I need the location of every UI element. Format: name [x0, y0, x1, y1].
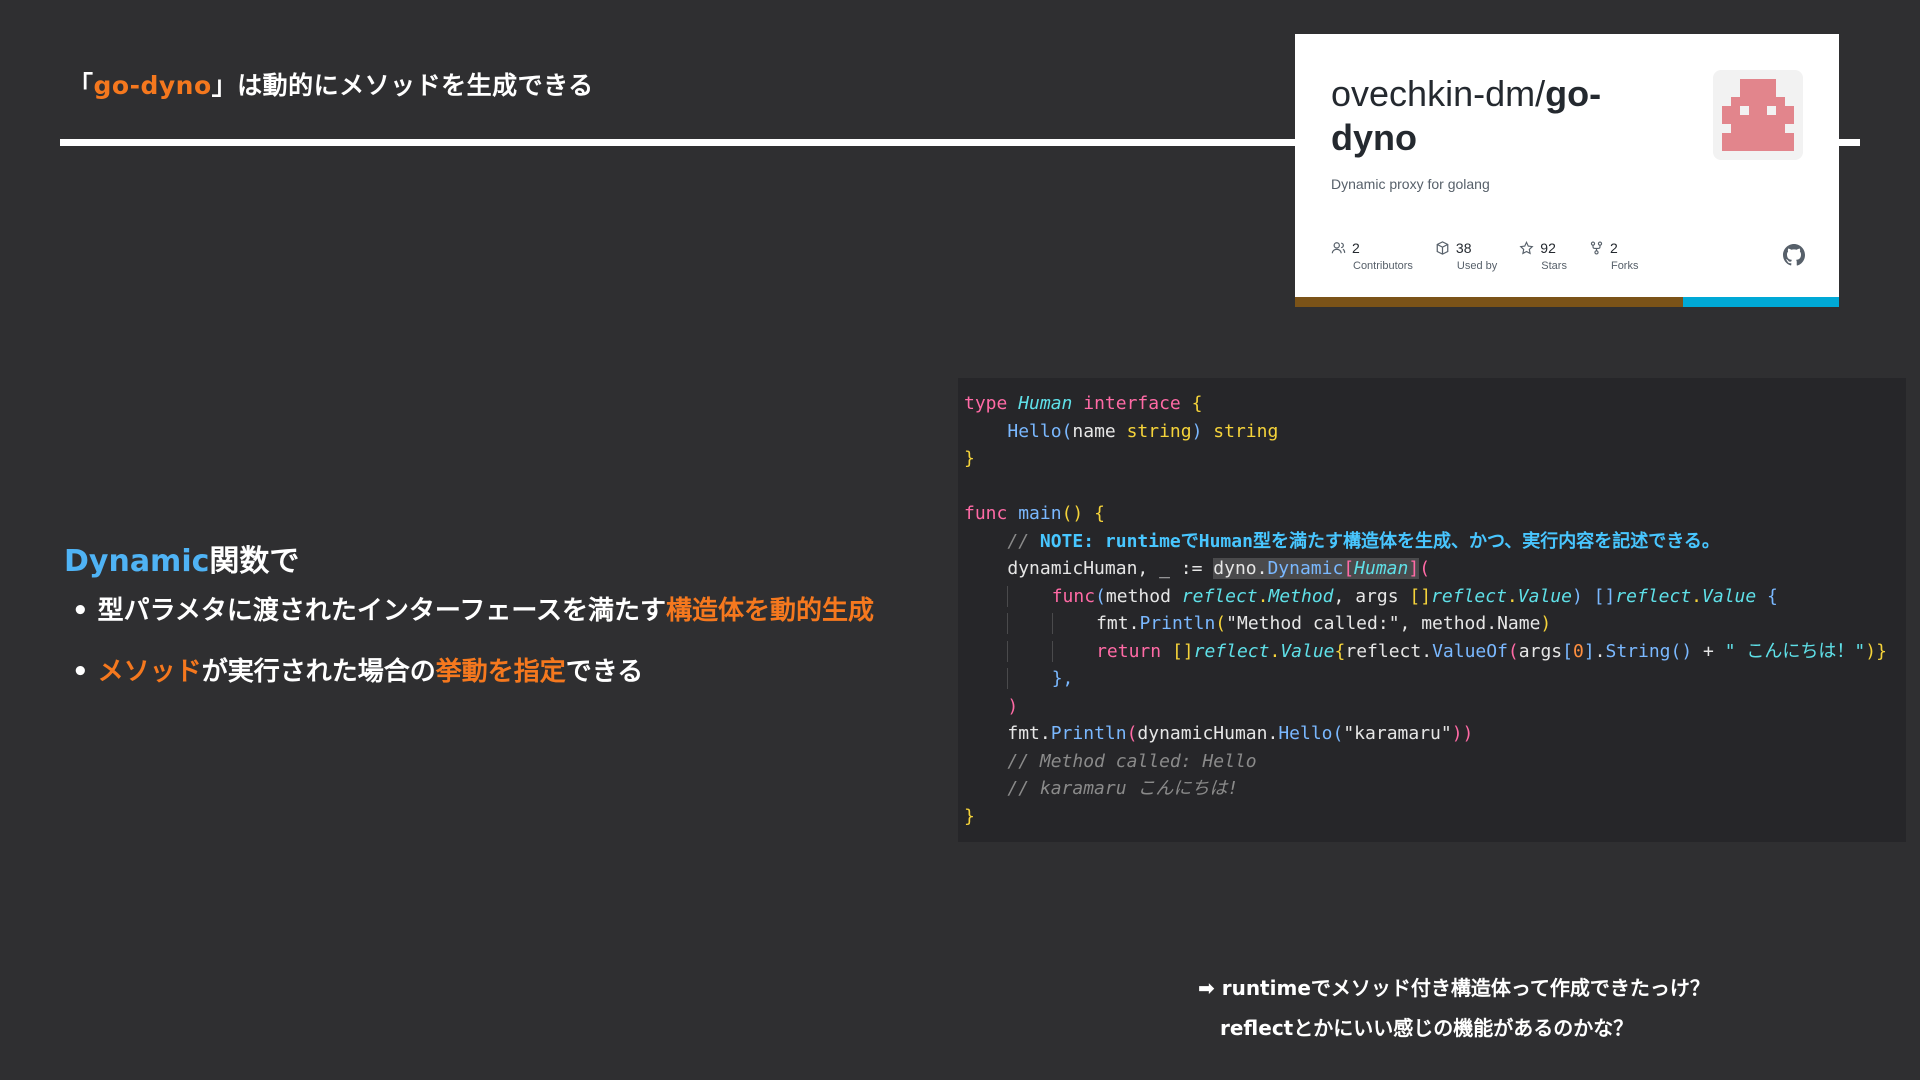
bullet-item: 型パラメタに渡されたインターフェースを満たす構造体を動的生成 — [72, 590, 874, 627]
people-icon — [1331, 242, 1346, 254]
github-repo-card[interactable]: ovechkin-dm/go-dyno Dynamic proxy for go… — [1295, 34, 1839, 307]
title-text: 」は動的にメソッドを生成できる — [211, 71, 594, 100]
repo-stats: 2 Contributors 38 Used by 92 Stars 2 For… — [1331, 240, 1660, 272]
language-bar-other — [1683, 297, 1839, 307]
star-icon — [1519, 241, 1534, 255]
stat-used-by[interactable]: 38 Used by — [1435, 240, 1497, 272]
bullet-item: メソッドが実行された場合の挙動を指定できる — [72, 651, 874, 688]
github-logo-icon[interactable] — [1783, 244, 1805, 266]
footnote: ➡ runtimeでメソッド付き構造体って作成できたっけ？ reflectとかに… — [1198, 968, 1710, 1048]
footnote-line-1: ➡ runtimeでメソッド付き構造体って作成できたっけ？ — [1198, 976, 1710, 1000]
code-line: func main() { — [964, 503, 1105, 524]
code-line: // karamaru こんにちは! — [1007, 778, 1239, 799]
code-line: // NOTE: runtimeでHuman型を満たす構造体を生成、かつ、実行内… — [1007, 530, 1720, 552]
title-highlight: go-dyno — [93, 71, 212, 100]
code-line: }, — [964, 665, 1900, 693]
code-line: type Human interface { — [964, 393, 1203, 414]
language-bar-go — [1295, 297, 1683, 307]
code-line: func(method reflect.Method, args []refle… — [964, 583, 1900, 611]
code-line: // Method called: Hello — [1007, 750, 1257, 772]
bullet-list: 型パラメタに渡されたインターフェースを満たす構造体を動的生成 メソッドが実行され… — [72, 590, 874, 712]
code-line: return []reflect.Value{reflect.ValueOf(a… — [964, 638, 1900, 666]
owner-avatar — [1713, 70, 1803, 160]
code-line: Hello(name string) string — [1007, 420, 1279, 442]
slide-title: 「go-dyno」は動的にメソッドを生成できる — [68, 66, 594, 102]
code-block[interactable]: type Human interface { Hello(name string… — [958, 378, 1906, 842]
code-line: dynamicHuman, _ := dyno.Dynamic[Human]( — [1007, 558, 1431, 579]
repo-owner: ovechkin-dm/ — [1331, 73, 1546, 114]
code-line: } — [964, 448, 975, 469]
stat-forks[interactable]: 2 Forks — [1589, 240, 1638, 272]
code-line: fmt.Println("Method called:", method.Nam… — [964, 610, 1900, 638]
code-line: fmt.Println(dynamicHuman.Hello("karamaru… — [1007, 723, 1474, 744]
repo-heading[interactable]: ovechkin-dm/go-dyno — [1331, 72, 1661, 160]
footnote-line-2: reflectとかにいい感じの機能があるのかな？ — [1220, 1016, 1634, 1040]
lead-text: Dynamic関数で — [64, 544, 300, 579]
code-line: ) — [1007, 695, 1019, 717]
lead-highlight: Dynamic — [64, 544, 210, 579]
stat-contributors[interactable]: 2 Contributors — [1331, 240, 1413, 272]
fork-icon — [1590, 241, 1603, 255]
repo-description: Dynamic proxy for golang — [1331, 176, 1490, 192]
code-line: } — [964, 805, 975, 827]
stat-stars[interactable]: 92 Stars — [1519, 240, 1567, 272]
package-icon — [1436, 241, 1449, 255]
title-bracket-open: 「 — [68, 71, 94, 100]
